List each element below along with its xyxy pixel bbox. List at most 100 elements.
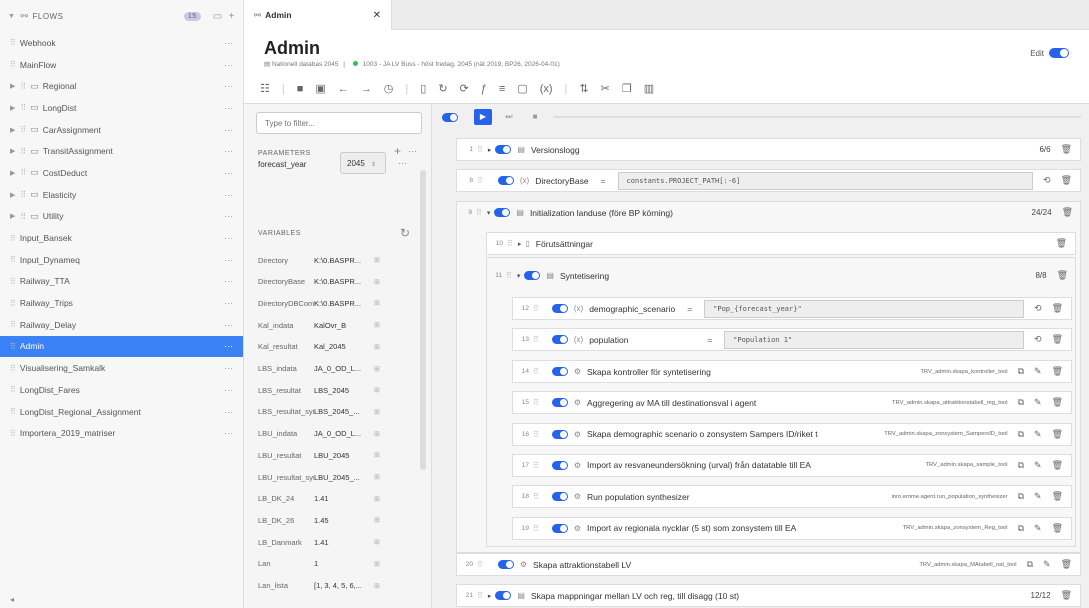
- drag-handle-icon[interactable]: ⠿: [10, 342, 16, 351]
- drag-handle-icon[interactable]: ⠿: [20, 190, 26, 199]
- edit-icon[interactable]: ✎: [1034, 397, 1042, 408]
- drag-handle-icon[interactable]: ⠿: [10, 429, 16, 438]
- more-icon[interactable]: ···: [224, 146, 233, 156]
- step-row-15[interactable]: 15 ⠿ ⚙ Aggregering av MA till destinationsv…: [512, 391, 1072, 415]
- chevron-right-icon[interactable]: ▸: [488, 592, 492, 600]
- drag-handle-icon[interactable]: ⠿: [533, 304, 539, 313]
- more-icon[interactable]: ···: [224, 81, 233, 91]
- drag-handle-icon[interactable]: ⠿: [20, 168, 26, 177]
- chevron-down-icon[interactable]: ▾: [487, 209, 491, 217]
- edit-icon[interactable]: ✎: [1034, 523, 1042, 534]
- chevron-right-icon[interactable]: ▶: [10, 82, 15, 90]
- drag-handle-icon[interactable]: ⠿: [20, 103, 26, 112]
- trash-icon[interactable]: 🗑: [1052, 460, 1063, 471]
- flow-item[interactable]: ⠿ Input_Bansek ···: [0, 227, 243, 249]
- drag-handle-icon[interactable]: ⠿: [477, 176, 483, 185]
- more-icon[interactable]: ···: [224, 341, 233, 351]
- step-switch[interactable]: [551, 367, 568, 376]
- tab-admin[interactable]: ⚯ Admin ✕: [244, 0, 392, 30]
- filter-input[interactable]: [256, 112, 422, 134]
- trash-icon[interactable]: 🗑: [1052, 491, 1063, 502]
- trash-icon[interactable]: 🗑: [1061, 590, 1072, 601]
- drag-handle-icon[interactable]: ⠿: [10, 255, 16, 264]
- copy-icon[interactable]: ❐: [622, 82, 632, 95]
- flow-item[interactable]: ▶ ⠿ ▭ Elasticity ···: [0, 184, 243, 206]
- list-icon[interactable]: ≡: [499, 83, 505, 95]
- edit-icon[interactable]: ✎: [1034, 429, 1042, 440]
- step-row-16[interactable]: 16 ⠿ ⚙ Skapa demographic scenario o zonsyst…: [512, 422, 1072, 446]
- drag-handle-icon[interactable]: ⠿: [533, 524, 539, 533]
- step-row-14[interactable]: 14 ⠿ ⚙ Skapa kontroller för syntetisering TR…: [512, 360, 1072, 383]
- step-switch[interactable]: [551, 335, 568, 344]
- drag-handle-icon[interactable]: ⠿: [10, 320, 16, 329]
- step-switch[interactable]: [494, 208, 511, 217]
- edit-toggle[interactable]: Edit: [1030, 48, 1069, 58]
- variable-row[interactable]: LBS_indata JA_0_OD_L... ⊞: [258, 359, 418, 379]
- add-parameter-icon[interactable]: +: [394, 144, 401, 158]
- step-switch[interactable]: [551, 398, 568, 408]
- drag-handle-icon[interactable]: ⠿: [506, 271, 512, 280]
- drag-handle-icon[interactable]: ⠿: [20, 147, 26, 156]
- drag-handle-icon[interactable]: ⠿: [10, 407, 16, 416]
- step-switch[interactable]: [551, 492, 568, 502]
- open-icon[interactable]: ⧉: [1018, 491, 1024, 502]
- forecast-year-input[interactable]: 2045 ⇕: [340, 152, 386, 174]
- open-icon[interactable]: ⧉: [1018, 429, 1024, 440]
- refresh-icon[interactable]: ↻: [438, 82, 447, 95]
- open-icon[interactable]: ⧉: [1018, 366, 1024, 377]
- trash-icon[interactable]: 🗑: [1052, 366, 1063, 377]
- flow-item[interactable]: ▶ ⠿ ▭ LongDist ···: [0, 97, 243, 119]
- undo-icon[interactable]: ←: [338, 83, 349, 95]
- drag-handle-icon[interactable]: ⠿: [533, 367, 539, 376]
- variable-icon[interactable]: (x): [540, 83, 553, 95]
- variable-row[interactable]: DirectoryBase K:\0.BASPR... ⊞: [258, 272, 418, 292]
- flow-item[interactable]: ⠿ MainFlow ···: [0, 54, 243, 76]
- variable-row[interactable]: Kal_indata KalOvr_B ⊞: [258, 315, 418, 335]
- drag-handle-icon[interactable]: ⠿: [533, 492, 539, 501]
- document-icon[interactable]: ▯: [420, 82, 426, 95]
- open-icon[interactable]: ⧉: [1018, 523, 1024, 534]
- more-icon[interactable]: ···: [224, 428, 233, 438]
- link-icon[interactable]: ⟲: [1043, 175, 1051, 186]
- open-icon[interactable]: ⧉: [1018, 460, 1024, 471]
- step-switch[interactable]: [497, 176, 514, 185]
- more-icon[interactable]: ···: [224, 385, 233, 395]
- trash-icon[interactable]: 🗑: [1061, 144, 1072, 155]
- more-icon[interactable]: ···: [224, 407, 233, 417]
- chevron-down-icon[interactable]: ▾: [517, 272, 521, 280]
- step-row-13[interactable]: 13 ⠿ (x) population = "Population 1" ⟲ 🗑: [512, 328, 1072, 351]
- more-icon[interactable]: ···: [224, 190, 233, 200]
- function-icon[interactable]: ƒ: [481, 83, 487, 95]
- drag-handle-icon[interactable]: ⠿: [477, 591, 483, 600]
- more-icon[interactable]: ···: [224, 298, 233, 308]
- flow-item[interactable]: ⠿ Admin ···: [0, 335, 243, 358]
- save-as-icon[interactable]: ▣: [315, 82, 325, 95]
- flow-item[interactable]: ▶ ⠿ ▭ TransitAssignment ···: [0, 140, 243, 162]
- variable-row[interactable]: DirectoryDBCompl...K:\0.BASPR... ⊞: [258, 293, 418, 313]
- chevron-right-icon[interactable]: ▶: [10, 147, 15, 155]
- scrollbar[interactable]: [420, 170, 426, 470]
- save-icon[interactable]: ■: [297, 83, 304, 95]
- flow-item[interactable]: ⠿ LongDist_Fares ···: [0, 379, 243, 401]
- step-switch[interactable]: [495, 591, 512, 600]
- step-row-11[interactable]: 11 ⠿ ▾ ▤ Syntetisering 8/8 🗑: [486, 264, 1076, 287]
- edit-icon[interactable]: ✎: [1043, 559, 1051, 570]
- open-icon[interactable]: ⧉: [1027, 559, 1033, 570]
- more-icon[interactable]: ···: [408, 146, 417, 156]
- step-row-9[interactable]: 9 ⠿ ▾ ▤ Initialization landuse (före BP körn…: [456, 201, 1081, 224]
- variable-row[interactable]: Lan 1 ⊞: [258, 554, 418, 574]
- step-switch[interactable]: [497, 560, 514, 569]
- stop-button[interactable]: ■: [526, 109, 544, 125]
- stepper-icon[interactable]: ⇕: [371, 162, 376, 168]
- edit-icon[interactable]: ✎: [1034, 491, 1042, 502]
- drag-handle-icon[interactable]: ⠿: [10, 234, 16, 243]
- variable-row[interactable]: LB_Danmark 1.41 ⊞: [258, 532, 418, 552]
- close-icon[interactable]: ✕: [373, 10, 381, 21]
- variable-row[interactable]: LBS_resultat_sym LBS_2045_... ⊞: [258, 402, 418, 422]
- cut-icon[interactable]: ✂: [601, 82, 610, 95]
- drag-handle-icon[interactable]: ⠿: [533, 335, 539, 344]
- step-row-1[interactable]: 1 ⠿ ▸ ▤ Versionslogg 6/6 🗑: [456, 138, 1081, 161]
- add-flow-icon[interactable]: +: [229, 11, 235, 22]
- trash-icon[interactable]: 🗑: [1052, 303, 1063, 314]
- drag-handle-icon[interactable]: ⠿: [20, 212, 26, 221]
